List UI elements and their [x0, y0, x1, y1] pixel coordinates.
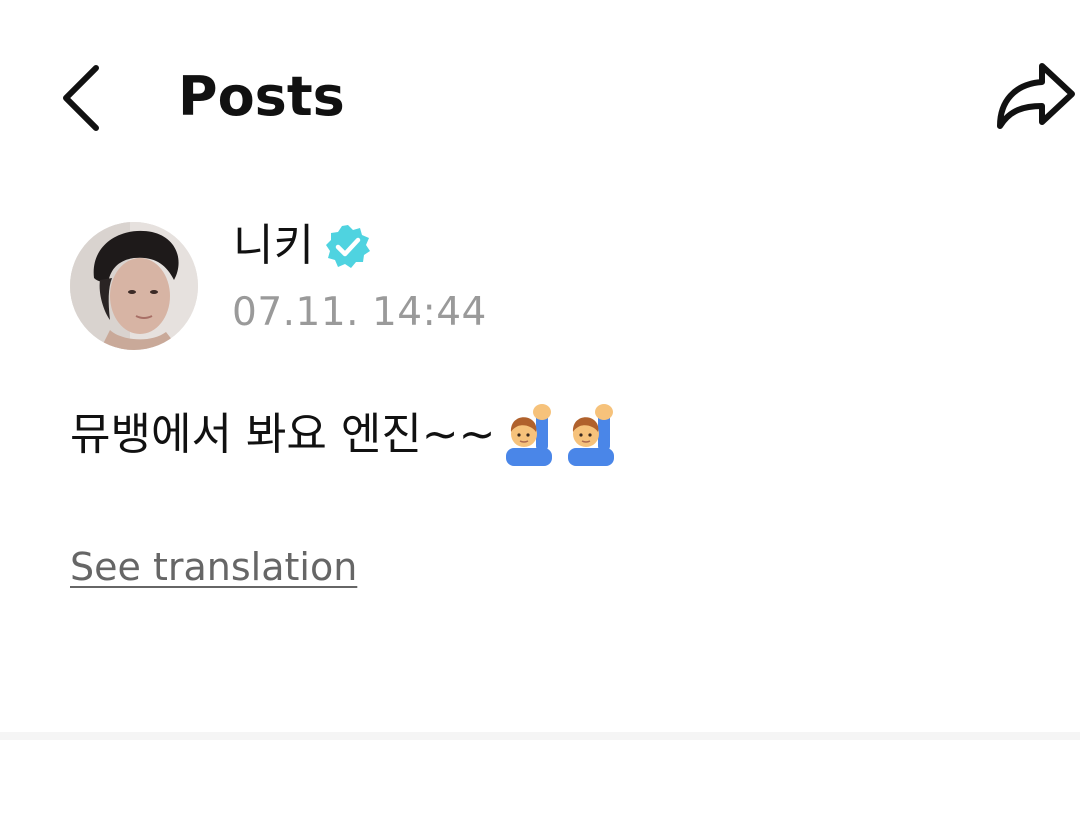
- author-name[interactable]: 니키: [233, 216, 314, 276]
- see-translation-link[interactable]: See translation: [70, 540, 357, 594]
- avatar-photo: [70, 222, 198, 350]
- person-raising-hand-emoji: [567, 404, 614, 466]
- share-arrow-icon: [997, 63, 1075, 129]
- post-body: 뮤뱅에서 봐요 엔진~~: [70, 400, 620, 470]
- chevron-left-icon: [63, 65, 99, 131]
- top-app-bar: Posts: [0, 0, 1080, 190]
- verified-badge-icon: [326, 225, 370, 268]
- post-text: 뮤뱅에서 봐요 엔진~~: [70, 409, 496, 460]
- back-button[interactable]: [52, 58, 112, 138]
- section-divider: [0, 732, 1080, 740]
- page-title: Posts: [178, 65, 345, 128]
- post-timestamp: 07.11. 14:44: [232, 290, 487, 335]
- author-avatar[interactable]: [70, 222, 198, 350]
- post-detail-screen: Posts 니키 07.11. 14:44 뮤뱅에서 봐요 엔진~~ See t…: [0, 0, 1080, 830]
- person-raising-hand-emoji: [505, 404, 552, 466]
- share-button[interactable]: [990, 58, 1080, 138]
